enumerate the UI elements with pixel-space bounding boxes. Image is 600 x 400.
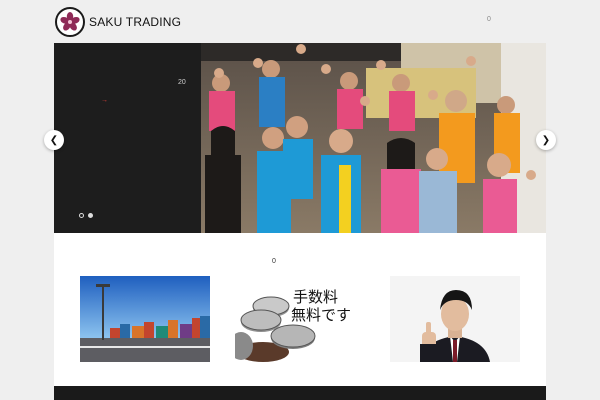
slider-dots [79, 213, 93, 218]
section-counter: 0 [272, 258, 276, 265]
hero-slider: 20 → [54, 43, 546, 233]
staff-group-photo [201, 43, 546, 233]
sakura-logo-icon [55, 7, 85, 37]
coins-text-line1: 手数料 [293, 288, 338, 306]
coins-text-line2: 無料です [291, 306, 351, 324]
main-content: 0 手数料 無料です [54, 233, 546, 386]
brand-logo[interactable]: SAKU TRADING [55, 7, 181, 37]
slider-dot-2[interactable] [88, 213, 93, 218]
slide-counter: 20 [178, 79, 186, 86]
footer-bar [54, 386, 546, 400]
slide-caption-panel: 20 → [54, 43, 201, 233]
slide-link-arrow-icon[interactable]: → [101, 97, 108, 104]
slider-next-button[interactable]: ❯ [536, 130, 556, 150]
cart-count[interactable]: 0 [487, 16, 491, 23]
coins-image[interactable]: 手数料 無料です [235, 276, 365, 362]
businessman-thumbs-up-image[interactable] [390, 276, 520, 362]
site-header: SAKU TRADING 0 [0, 0, 600, 43]
slider-dot-1[interactable] [79, 213, 84, 218]
slider-prev-button[interactable]: ❮ [44, 130, 64, 150]
brand-name: SAKU TRADING [89, 15, 182, 29]
shipping-port-image[interactable] [80, 276, 210, 362]
